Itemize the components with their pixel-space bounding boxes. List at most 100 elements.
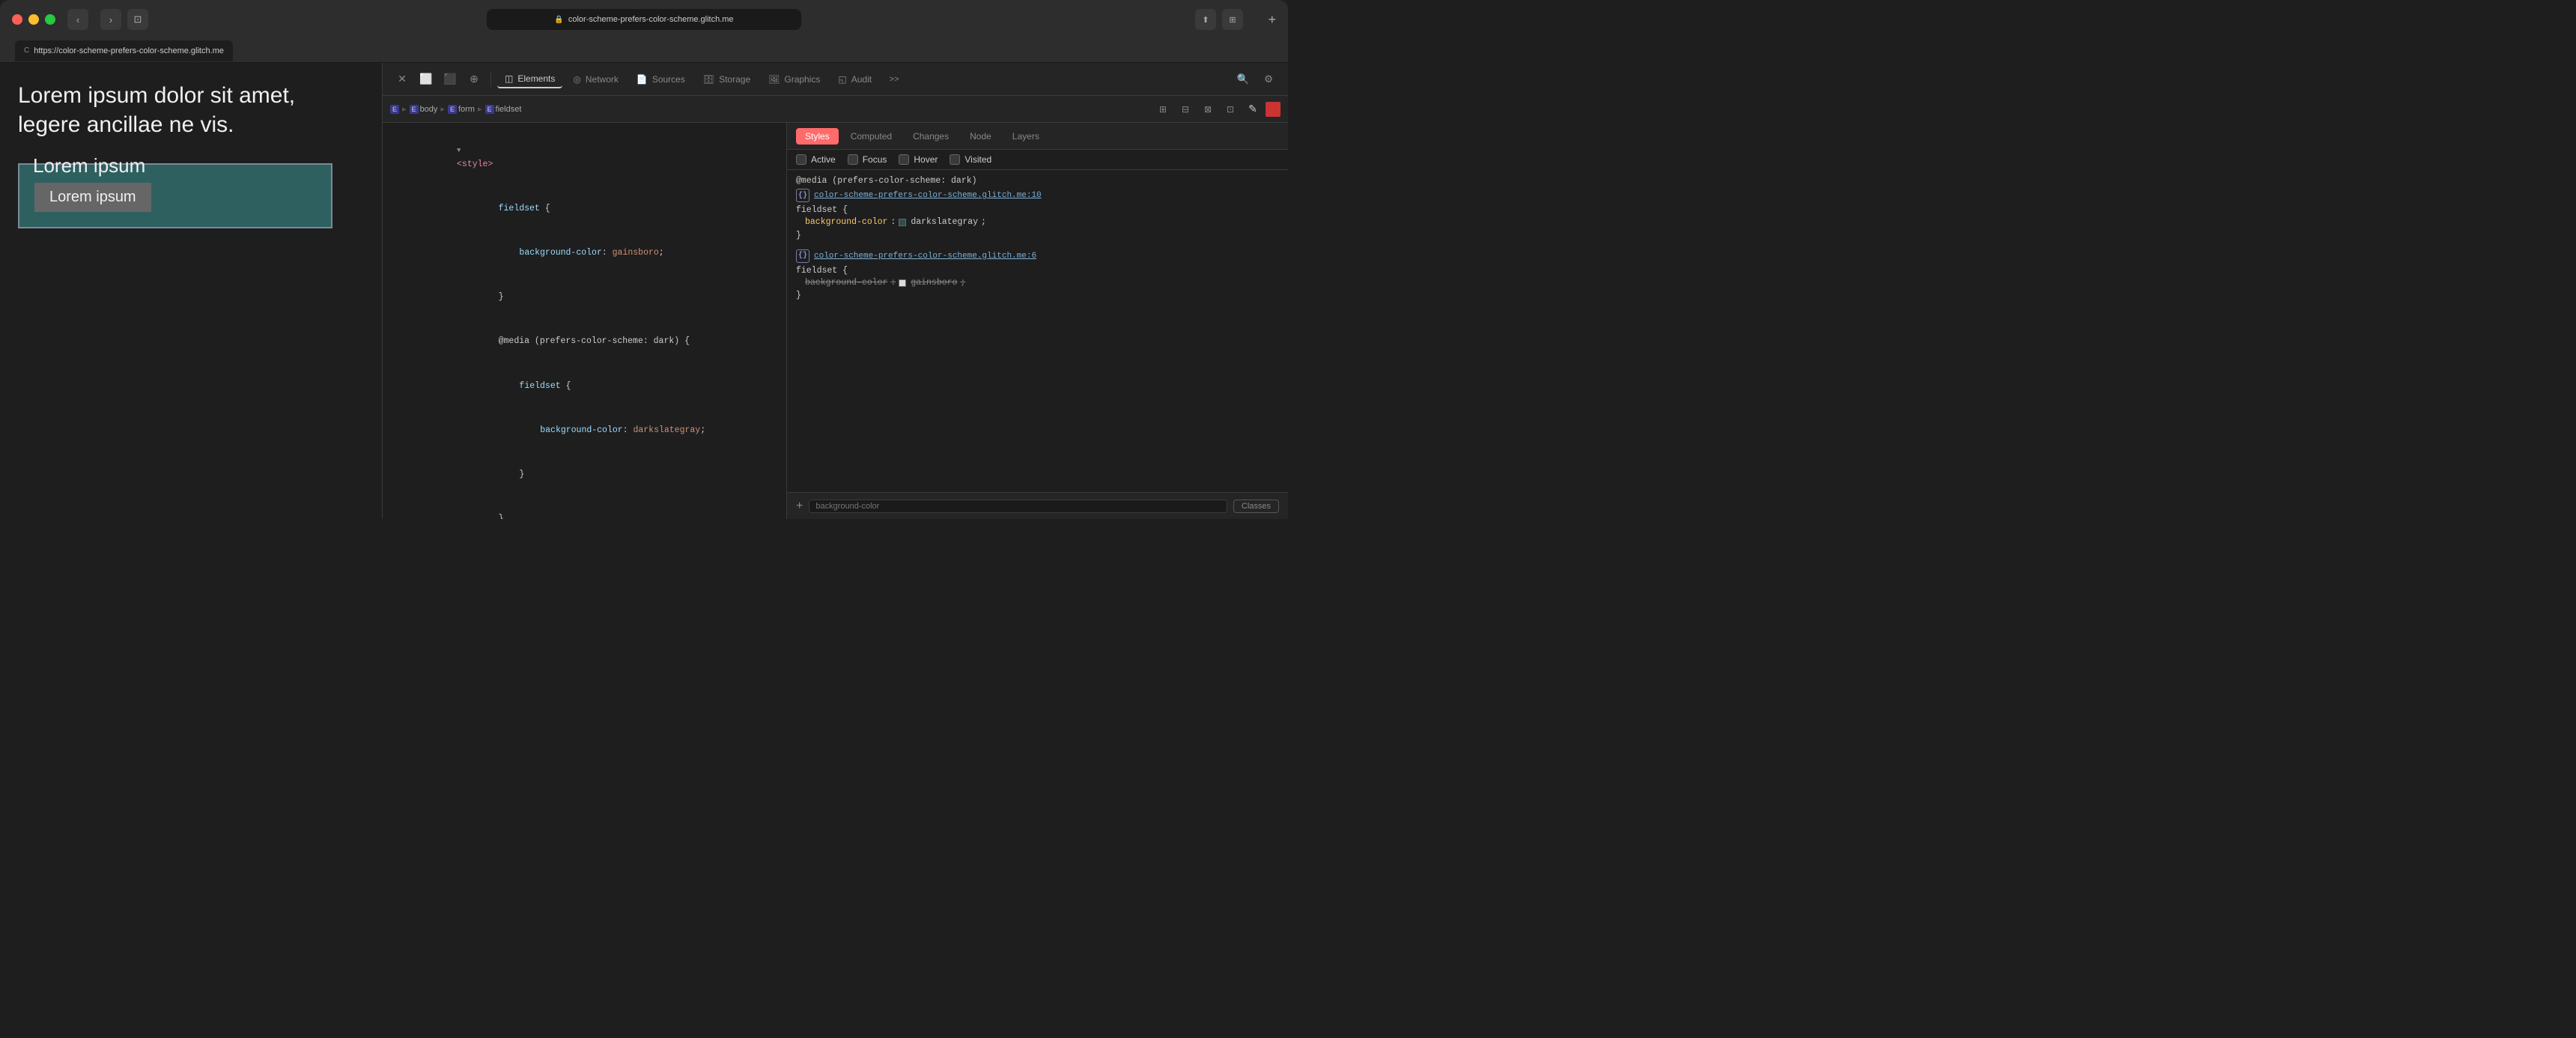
hover-checkbox[interactable]	[899, 154, 909, 165]
color-swatch-2[interactable]	[899, 279, 906, 287]
el-dark-close[interactable]: }	[383, 453, 786, 497]
el-media-close[interactable]: }	[383, 497, 786, 519]
devtools-toolbar: ✕ ⬜ ⬛ ⊕ ◫ Elements ◎ Network 📄 Sources 🗄…	[383, 63, 1288, 96]
expand-icon: ▼	[457, 147, 461, 154]
style-source-1: {} color-scheme-prefers-color-scheme.gli…	[796, 189, 1279, 202]
toolbar-divider	[490, 72, 491, 87]
devtools-panel: ✕ ⬜ ⬛ ⊕ ◫ Elements ◎ Network 📄 Sources 🗄…	[382, 63, 1288, 519]
preview-text: Lorem ipsum dolor sit amet,legere ancill…	[18, 81, 364, 139]
tab-layers[interactable]: Layers	[1003, 128, 1048, 145]
rule-prop-1: background-color : darkslategray ;	[805, 215, 1279, 231]
search-button[interactable]: 🔍	[1233, 69, 1254, 90]
more-tabs-button[interactable]: >>	[884, 69, 905, 90]
focus-checkbox[interactable]	[848, 154, 858, 165]
color-swatch-1[interactable]	[899, 219, 906, 226]
box-model-btn[interactable]	[1266, 102, 1281, 117]
pseudo-hover[interactable]: Hover	[899, 154, 938, 165]
rule-prop-2: background-color : gainsboro ;	[805, 276, 1279, 291]
share-button[interactable]: ⬆	[1195, 9, 1216, 30]
preview-pane: Lorem ipsum dolor sit amet,legere ancill…	[0, 63, 382, 519]
classes-button[interactable]: Classes	[1233, 500, 1279, 513]
window-chrome: ‹ › ⊡ 🔒 color-scheme-prefers-color-schem…	[0, 0, 1288, 39]
node-print-btn[interactable]: ⊟	[1176, 100, 1195, 119]
el-bg-gainsboro[interactable]: background-color: gainsboro;	[383, 231, 786, 276]
el-rule-close[interactable]: }	[383, 276, 786, 320]
rule-body-2: background-color : gainsboro ;	[796, 276, 1279, 291]
pseudo-visited[interactable]: Visited	[950, 154, 991, 165]
el-fieldset-rule[interactable]: fieldset {	[383, 187, 786, 231]
window-right-buttons: ⬆ ⊞	[1195, 9, 1243, 30]
fieldset-legend: Lorem ipsum	[27, 154, 151, 177]
node-grid-btn[interactable]: ⊡	[1221, 100, 1240, 119]
graphics-icon: 🖼	[768, 74, 780, 85]
tab-elements[interactable]: ◫ Elements	[497, 70, 562, 88]
forward-button[interactable]: ›	[100, 9, 121, 30]
el-dark-fieldset[interactable]: fieldset {	[383, 364, 786, 408]
filter-input[interactable]	[809, 500, 1227, 513]
style-rule-gainsboro: {} color-scheme-prefers-color-scheme.gli…	[796, 249, 1279, 301]
node-columns-btn[interactable]: ⊠	[1198, 100, 1218, 119]
styles-footer: + Classes	[787, 492, 1288, 519]
undock-button[interactable]: ⬜	[416, 69, 437, 90]
breadcrumb-form[interactable]: E form	[448, 105, 475, 114]
active-tab[interactable]: C https://color-scheme-prefers-color-sch…	[15, 40, 233, 61]
tab-sources[interactable]: 📄 Sources	[629, 71, 693, 88]
tab-storage[interactable]: 🗄 Storage	[696, 71, 758, 88]
dock-side-button[interactable]: ⬛	[440, 69, 461, 90]
tab-node[interactable]: Node	[961, 128, 1000, 145]
media-query-dark: @media (prefers-color-scheme: dark)	[796, 176, 1279, 186]
el-bg-darkslategray[interactable]: background-color: darkslategray;	[383, 408, 786, 452]
styles-content: @media (prefers-color-scheme: dark) {} c…	[787, 170, 1288, 492]
pseudo-states: Active Focus Hover Visited	[787, 150, 1288, 170]
tab-title: https://color-scheme-prefers-color-schem…	[34, 46, 224, 55]
curly-badge-1: {}	[796, 189, 809, 202]
active-checkbox[interactable]	[796, 154, 806, 165]
rule-brace-2: }	[796, 291, 1279, 300]
pseudo-active[interactable]: Active	[796, 154, 836, 165]
lock-icon: 🔒	[554, 16, 563, 24]
style-rule-dark: @media (prefers-color-scheme: dark) {} c…	[796, 176, 1279, 240]
close-devtools-button[interactable]: ✕	[392, 69, 413, 90]
tab-network[interactable]: ◎ Network	[565, 71, 626, 88]
main-content: Lorem ipsum dolor sit amet,legere ancill…	[0, 63, 1288, 519]
breadcrumb-fieldset[interactable]: E fieldset	[485, 105, 522, 114]
styles-panel: Styles Computed Changes Node Layers Acti…	[787, 123, 1288, 519]
settings-button[interactable]: ⚙	[1258, 69, 1279, 90]
sidebar-toggle-button[interactable]: ⊡	[127, 9, 148, 30]
new-tab-split-button[interactable]: ⊞	[1222, 9, 1243, 30]
rule-body-1: background-color : darkslategray ;	[796, 215, 1279, 231]
element-style-tag[interactable]: ▼ <style>	[383, 129, 786, 187]
tab-styles[interactable]: Styles	[796, 128, 839, 145]
devtools-body: ▼ <style> fieldset { background-color: g…	[383, 123, 1288, 519]
minimize-button[interactable]	[28, 14, 39, 25]
node-layout-btn[interactable]: ⊞	[1153, 100, 1173, 119]
el-media-query[interactable]: @media (prefers-color-scheme: dark) {	[383, 320, 786, 364]
new-tab-button[interactable]: +	[1268, 12, 1276, 28]
elements-panel[interactable]: ▼ <style> fieldset { background-color: g…	[383, 123, 787, 519]
fieldset-preview: Lorem ipsum Lorem ipsum	[18, 163, 332, 228]
back-button[interactable]: ‹	[67, 9, 88, 30]
tab-changes[interactable]: Changes	[904, 128, 958, 145]
edit-node-btn[interactable]: ✎	[1243, 100, 1263, 119]
rule-brace-1: }	[796, 231, 1279, 240]
fieldset-button[interactable]: Lorem ipsum	[34, 183, 151, 212]
breadcrumb-tools: ⊞ ⊟ ⊠ ⊡ ✎	[1153, 100, 1281, 119]
tab-audit[interactable]: ◱ Audit	[830, 71, 879, 88]
elements-breadcrumb: E ▸ E body ▸ E form ▸ E fieldset ⊞ ⊟ ⊠ ⊡	[383, 96, 1288, 123]
source-link-1[interactable]: color-scheme-prefers-color-scheme.glitch…	[814, 191, 1042, 200]
element-picker-button[interactable]: ⊕	[464, 69, 484, 90]
tab-computed[interactable]: Computed	[842, 128, 901, 145]
elements-icon: ◫	[505, 73, 513, 84]
maximize-button[interactable]	[45, 14, 55, 25]
styles-tabs: Styles Computed Changes Node Layers	[787, 123, 1288, 150]
add-rule-button[interactable]: +	[796, 500, 803, 513]
breadcrumb-body[interactable]: E body	[410, 105, 438, 114]
source-link-2[interactable]: color-scheme-prefers-color-scheme.glitch…	[814, 252, 1036, 261]
address-bar[interactable]: 🔒 color-scheme-prefers-color-scheme.glit…	[487, 9, 801, 30]
close-button[interactable]	[12, 14, 22, 25]
visited-checkbox[interactable]	[950, 154, 960, 165]
tab-graphics[interactable]: 🖼 Graphics	[761, 71, 827, 88]
pseudo-focus[interactable]: Focus	[848, 154, 887, 165]
breadcrumb-e-badge: E	[390, 105, 399, 114]
tab-favicon: C	[24, 46, 29, 55]
